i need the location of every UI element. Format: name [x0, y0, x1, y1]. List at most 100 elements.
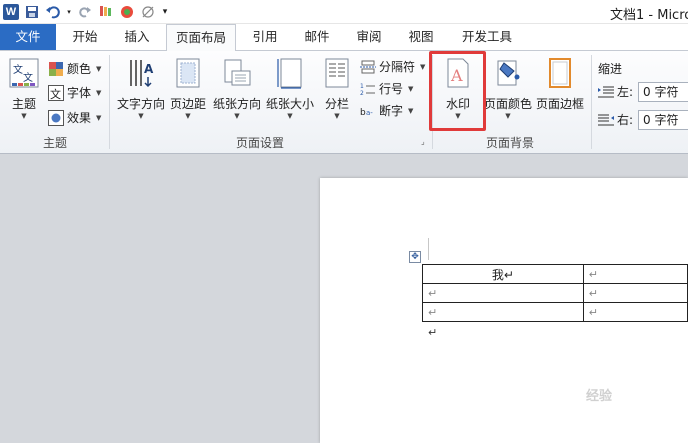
- theme-fonts-button[interactable]: 文 字体 ▼: [48, 84, 101, 101]
- size-button[interactable]: 纸张大小 ▼: [264, 57, 316, 120]
- undo-icon[interactable]: [44, 3, 62, 21]
- indent-right-label: 右:: [617, 113, 634, 127]
- table-row: ↵ ↵: [422, 283, 688, 303]
- save-icon[interactable]: [23, 3, 41, 21]
- table-move-handle-icon[interactable]: ✥: [409, 251, 421, 263]
- paragraph-mark: ↵: [428, 326, 438, 339]
- themes-icon: 文 文: [9, 58, 39, 88]
- breaks-label: 分隔符: [379, 60, 416, 74]
- table-row: ↵ ↵: [422, 302, 688, 322]
- columns-dropdown-icon: ▼: [334, 112, 340, 120]
- svg-text:文: 文: [50, 87, 61, 101]
- themes-group-label: 主题: [42, 136, 67, 150]
- indent-heading: 缩进: [598, 62, 623, 76]
- tab-home[interactable]: 开始: [62, 24, 108, 50]
- page-setup-dialog-launcher-icon[interactable]: ⌟: [421, 137, 425, 146]
- theme-colors-button[interactable]: 颜色 ▼: [48, 60, 101, 77]
- quick-access-toolbar: W ▾ ▾: [2, 2, 170, 22]
- indent-left-row: 左:: [598, 83, 633, 100]
- size-dropdown-icon: ▼: [287, 112, 293, 120]
- breaks-icon: [360, 60, 376, 73]
- columns-label: 分栏: [324, 97, 349, 111]
- indent-left-input[interactable]: 0 字符: [638, 82, 688, 102]
- customize-qat-icon[interactable]: ▾: [160, 3, 170, 21]
- table-cell[interactable]: ↵: [422, 302, 584, 322]
- group-separator: [591, 55, 592, 149]
- tab-insert[interactable]: 插入: [114, 24, 160, 50]
- page-color-button[interactable]: 页面颜色 ▼: [482, 57, 534, 120]
- page-borders-button[interactable]: 页面边框: [534, 57, 586, 112]
- tab-references[interactable]: 引用: [242, 24, 288, 50]
- tab-page-layout[interactable]: 页面布局: [166, 24, 236, 51]
- ribbon-page-layout: 文 文 主题 ▼ 颜色 ▼ 文 字体 ▼ 效果 ▼ 主题 A 文字方向 ▼ 页边距 ▼: [0, 50, 688, 154]
- tab-view[interactable]: 视图: [398, 24, 444, 50]
- margins-icon: [176, 58, 200, 88]
- tab-developer[interactable]: 开发工具: [452, 24, 522, 50]
- page-setup-group-label: 页面设置: [235, 136, 284, 150]
- page-color-dropdown-icon: ▼: [505, 112, 511, 120]
- theme-fonts-icon: 文: [48, 84, 64, 101]
- paper-size-icon: [277, 58, 302, 89]
- word-logo-letter: W: [3, 4, 19, 20]
- columns-button[interactable]: 分栏 ▼: [318, 57, 356, 120]
- theme-colors-label: 颜色: [67, 62, 92, 76]
- indent-right-input[interactable]: 0 字符: [638, 110, 688, 130]
- theme-fonts-dropdown-icon: ▼: [96, 88, 102, 97]
- text-direction-icon: A: [130, 60, 154, 88]
- breaks-button[interactable]: 分隔符 ▼: [360, 58, 425, 75]
- redo-icon[interactable]: [76, 3, 94, 21]
- text-direction-button[interactable]: A 文字方向 ▼: [115, 57, 167, 120]
- document-table[interactable]: 我↵ ↵ ↵ ↵ ↵ ↵: [422, 264, 688, 322]
- indent-right-icon: [598, 114, 614, 125]
- indent-left-icon: [598, 86, 614, 97]
- columns-icon: [325, 58, 349, 88]
- word-logo-icon[interactable]: W: [2, 3, 20, 21]
- margins-label: 页边距: [169, 97, 206, 111]
- group-separator: [109, 55, 110, 149]
- breaks-dropdown-icon: ▼: [420, 62, 426, 71]
- hyphenation-dropdown-icon: ▼: [408, 106, 414, 115]
- hyphenation-label: 断字: [379, 104, 404, 118]
- undo-dropdown-icon[interactable]: ▾: [65, 3, 73, 21]
- page-background-group-label: 页面背景: [485, 136, 534, 150]
- svg-text:文: 文: [23, 71, 33, 84]
- page-color-icon: [497, 60, 520, 86]
- size-label: 纸张大小: [265, 97, 314, 111]
- theme-effects-label: 效果: [67, 111, 92, 125]
- tab-file[interactable]: 文件: [0, 24, 56, 50]
- table-cell[interactable]: 我↵: [422, 264, 584, 284]
- indent-right-row: 右:: [598, 111, 633, 128]
- orientation-icon: [224, 59, 251, 86]
- table-cell[interactable]: ↵: [582, 283, 688, 303]
- table-cell[interactable]: ↵: [582, 302, 688, 322]
- ribbon-tabs: 文件 开始 插入 页面布局 引用 邮件 审阅 视图 开发工具: [0, 24, 688, 51]
- clear-format-icon[interactable]: [139, 3, 157, 21]
- tab-review[interactable]: 审阅: [346, 24, 392, 50]
- orientation-dropdown-icon: ▼: [234, 112, 240, 120]
- margins-dropdown-icon: ▼: [185, 112, 191, 120]
- svg-text:A: A: [144, 62, 154, 76]
- tab-mailings[interactable]: 邮件: [294, 24, 340, 50]
- page-borders-label: 页面边框: [535, 97, 584, 111]
- themes-button[interactable]: 文 文 主题 ▼: [6, 57, 42, 120]
- orientation-button[interactable]: 纸张方向 ▼: [211, 57, 263, 120]
- color-icon[interactable]: [118, 3, 136, 21]
- theme-effects-icon: [48, 109, 64, 126]
- indent-left-label: 左:: [617, 85, 634, 99]
- hyphenation-button[interactable]: b a- 断字 ▼: [360, 102, 413, 119]
- text-direction-label: 文字方向: [116, 97, 165, 111]
- theme-colors-icon: [49, 61, 63, 76]
- line-numbers-button[interactable]: 12 行号 ▼: [360, 80, 413, 97]
- themes-label: 主题: [11, 97, 36, 111]
- margin-mark: [428, 238, 429, 260]
- theme-effects-button[interactable]: 效果 ▼: [48, 109, 101, 126]
- format-painter-icon[interactable]: [97, 3, 115, 21]
- orientation-label: 纸张方向: [212, 97, 261, 111]
- table-cell[interactable]: ↵: [582, 264, 688, 284]
- line-numbers-icon: 12: [360, 83, 375, 96]
- page-color-label: 页面颜色: [483, 97, 532, 111]
- document-page[interactable]: ✥ 我↵ ↵ ↵ ↵ ↵ ↵ ↵: [320, 178, 688, 443]
- table-cell[interactable]: ↵: [422, 283, 584, 303]
- margins-button[interactable]: 页边距 ▼: [167, 57, 209, 120]
- text-direction-dropdown-icon: ▼: [138, 112, 144, 120]
